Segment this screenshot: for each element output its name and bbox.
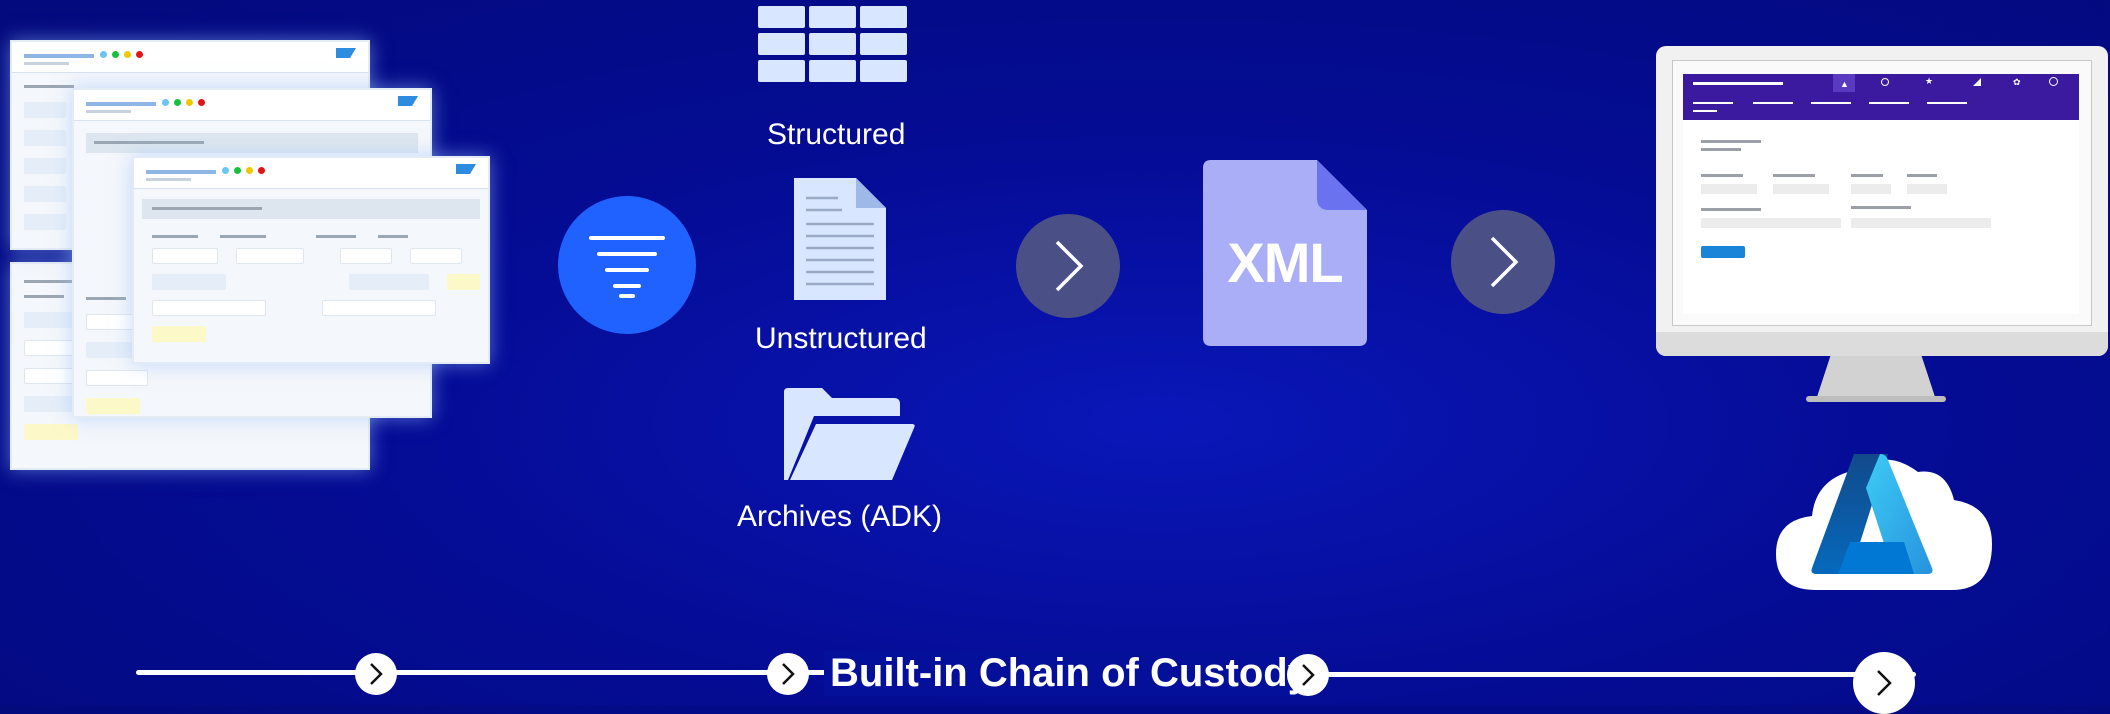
chevron-right-icon: [1490, 236, 1519, 288]
azure-cloud-icon: [1776, 454, 1992, 590]
chevron-right-icon: [1055, 240, 1084, 292]
filter-icon: [589, 236, 665, 298]
chain-step-button[interactable]: [767, 653, 809, 695]
document-icon: [794, 178, 886, 300]
monitor-icon: ▲ ★ ✿: [1656, 46, 2110, 416]
chain-of-custody-label: Built-in Chain of Custody: [824, 651, 1316, 696]
folder-icon: [784, 388, 915, 480]
chevron-right-icon: [1877, 670, 1892, 696]
structured-label: Structured: [767, 118, 906, 151]
chevron-right-icon: [1302, 664, 1315, 686]
chevron-right-icon: [782, 663, 795, 685]
filter-button[interactable]: [558, 196, 696, 334]
app-window: [132, 156, 490, 364]
table-icon: [758, 6, 907, 82]
unstructured-label: Unstructured: [755, 322, 927, 355]
chevron-right-icon: [370, 663, 383, 685]
archives-label: Archives (ADK): [737, 500, 943, 533]
chain-step-button[interactable]: [355, 653, 397, 695]
next-step-button[interactable]: [1451, 210, 1555, 314]
xml-label: XML: [1227, 231, 1343, 294]
next-step-button[interactable]: [1016, 214, 1120, 318]
chain-step-button[interactable]: [1287, 654, 1329, 696]
xml-file-icon: XML: [1203, 160, 1367, 346]
